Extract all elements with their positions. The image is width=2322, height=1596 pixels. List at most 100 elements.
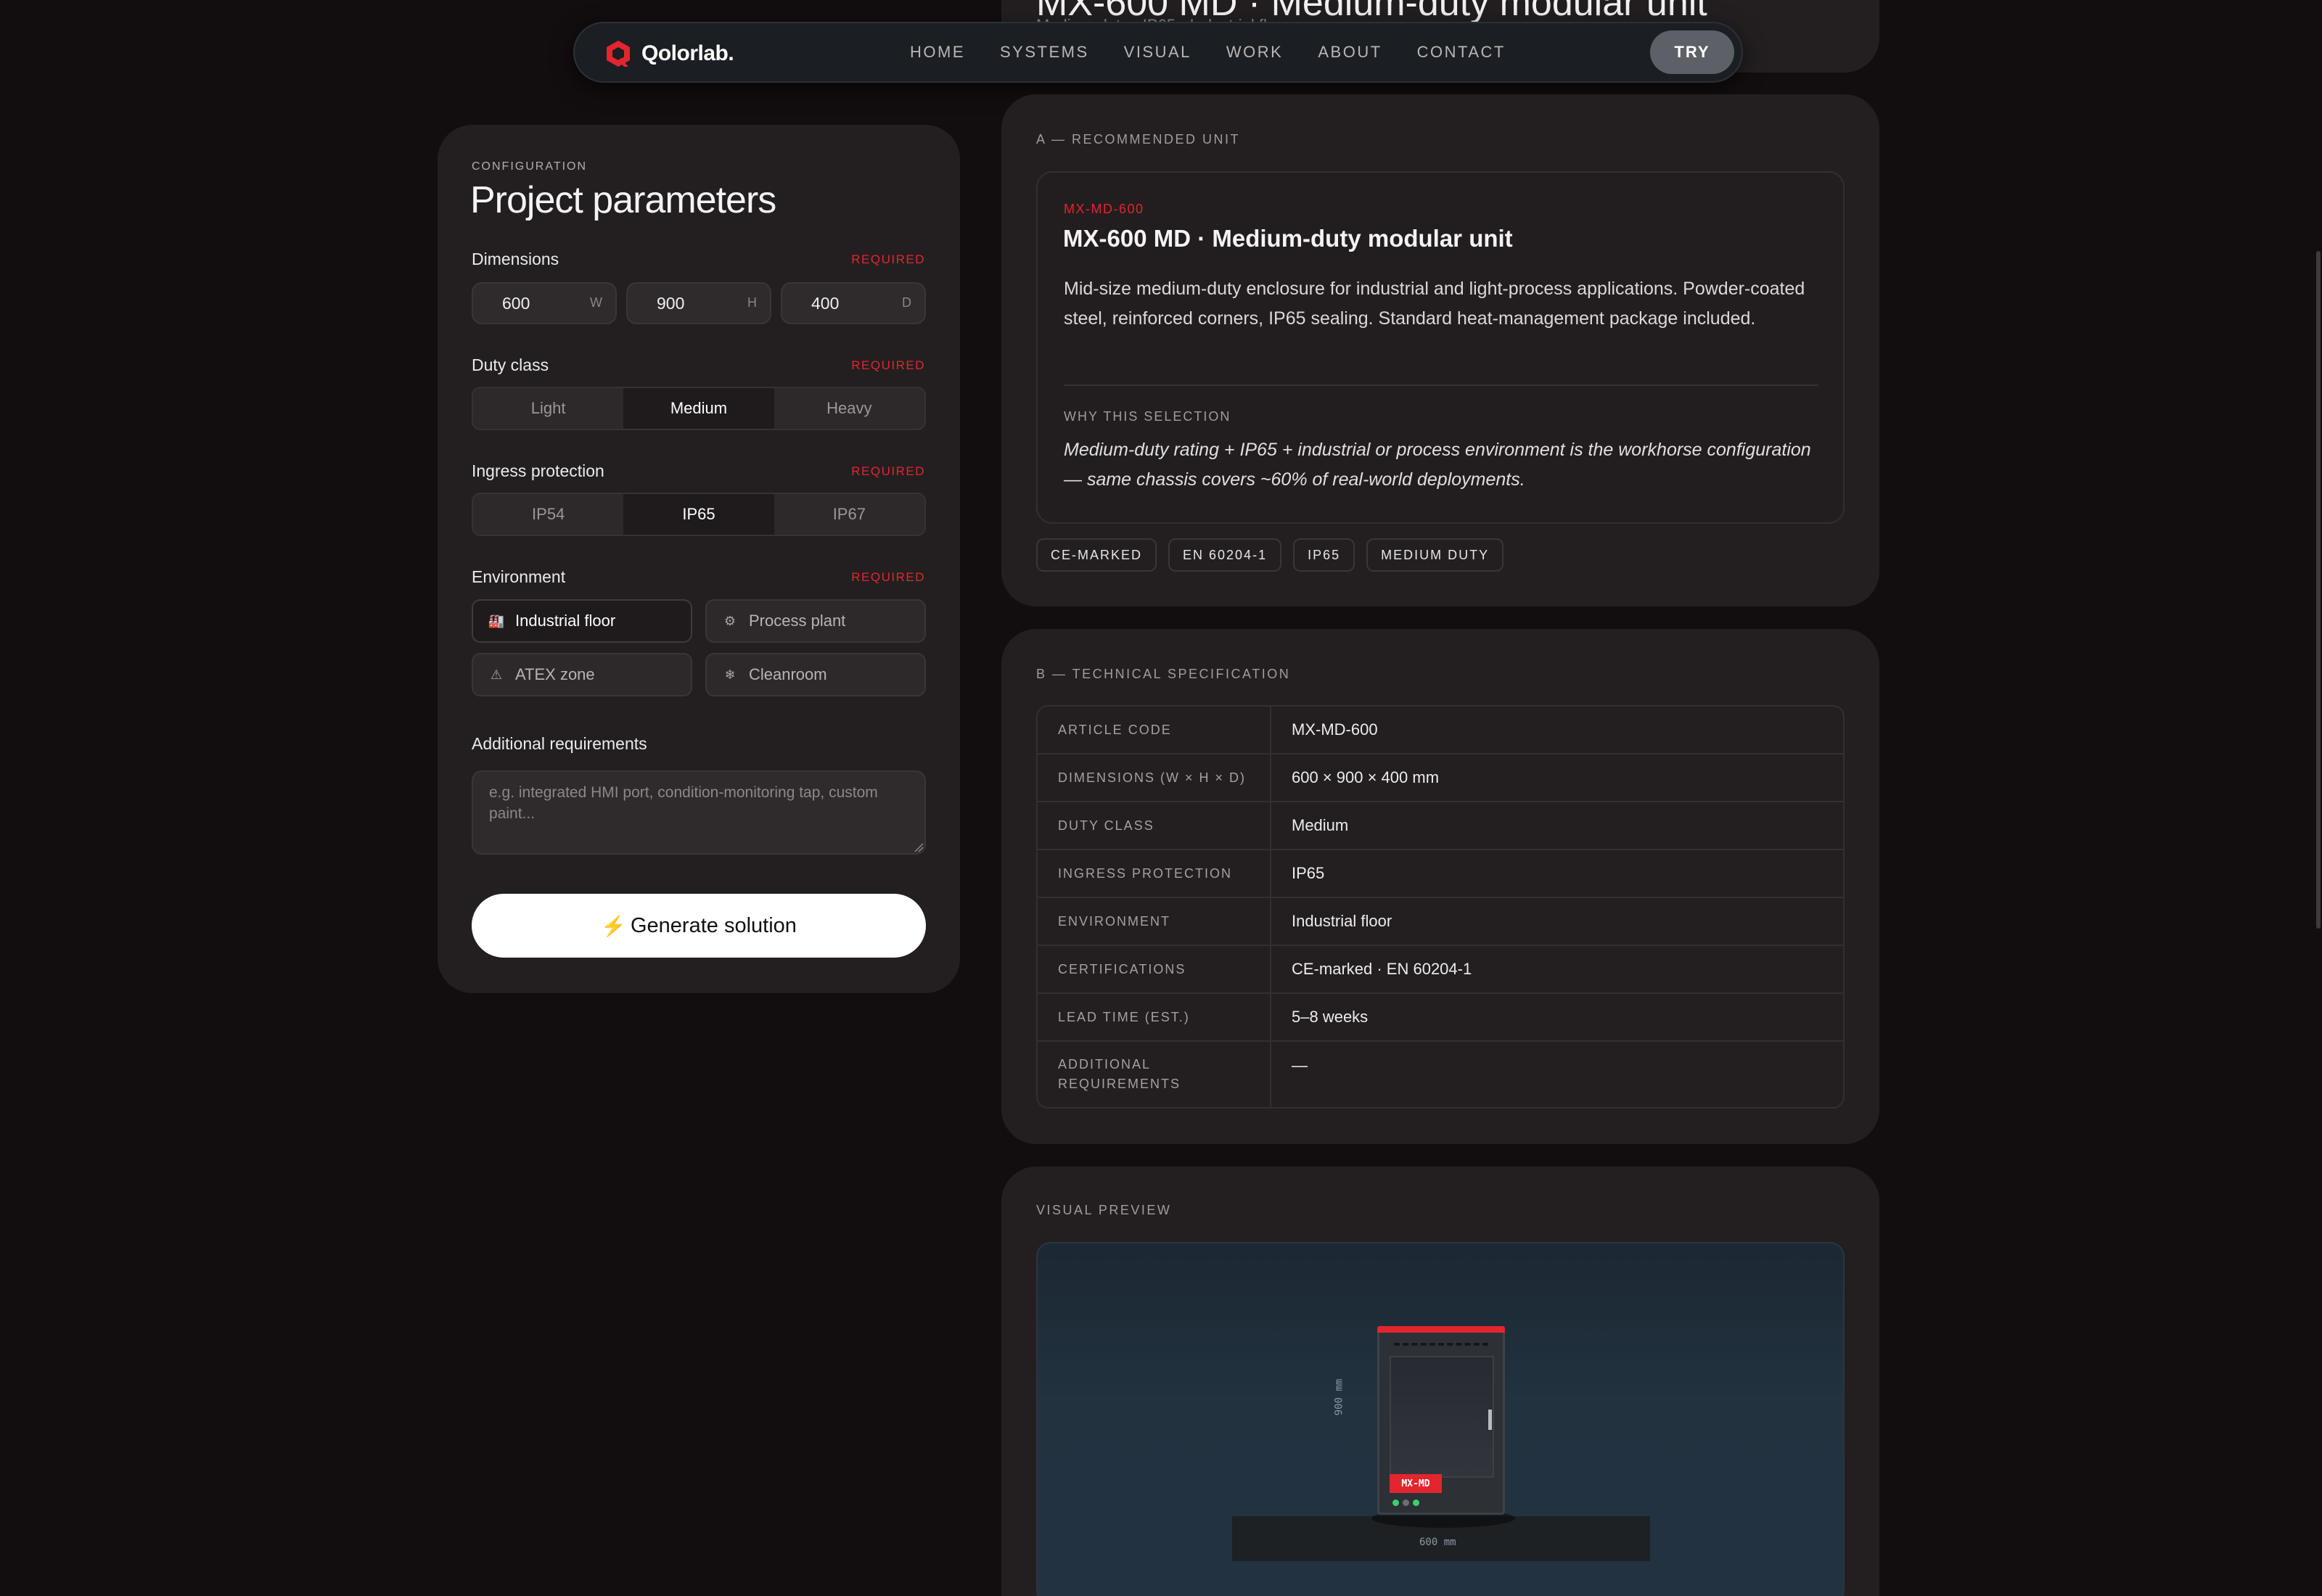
visual-preview-panel: VISUAL PREVIEW MX-MD 900 mm 600 mm bbox=[1001, 1167, 1879, 1596]
unit-description: Mid-size medium-duty enclosure for indus… bbox=[1064, 279, 1805, 329]
nav-link-contact[interactable]: CONTACT bbox=[1417, 43, 1506, 62]
try-button[interactable]: TRY bbox=[1650, 30, 1734, 74]
depth-field[interactable]: D bbox=[781, 282, 926, 324]
unit-title: MX-600 MD · Medium-duty modular unit bbox=[1063, 225, 1513, 252]
environment-option-industrial-floor[interactable]: 🏭 Industrial floor bbox=[472, 599, 692, 643]
table-row: LEAD TIME (EST.) 5–8 weeks bbox=[1038, 994, 1843, 1042]
why-selection-text: Medium-duty rating + IP65 + industrial o… bbox=[1064, 440, 1811, 490]
height-unit: H bbox=[747, 295, 757, 310]
ingress-option-ip65[interactable]: IP65 bbox=[623, 494, 774, 535]
gear-icon: ⚙ bbox=[723, 613, 737, 628]
recommended-unit-kicker: A — RECOMMENDED UNIT bbox=[1036, 132, 1241, 147]
table-row: ADDITIONAL REQUIREMENTS — bbox=[1038, 1042, 1843, 1107]
resize-grip-icon[interactable] bbox=[914, 842, 924, 852]
badge-medium-duty: MEDIUM DUTY bbox=[1366, 538, 1504, 572]
nav-link-systems[interactable]: SYSTEMS bbox=[1000, 43, 1089, 62]
environment-option-process-plant[interactable]: ⚙ Process plant bbox=[705, 599, 926, 643]
height-field[interactable]: H bbox=[626, 282, 771, 324]
table-row: DUTY CLASS Medium bbox=[1038, 802, 1843, 850]
unit-code: MX-MD-600 bbox=[1064, 202, 1144, 216]
badge-en-60204: EN 60204-1 bbox=[1168, 538, 1282, 572]
duty-option-medium[interactable]: Medium bbox=[623, 388, 774, 429]
table-row: INGRESS PROTECTION IP65 bbox=[1038, 850, 1843, 898]
environment-option-atex-zone[interactable]: ⚠ ATEX zone bbox=[472, 653, 692, 696]
brand-name: Qolorlab. bbox=[641, 41, 734, 65]
environment-option-label: Process plant bbox=[749, 612, 846, 630]
certification-badges: CE-MARKED EN 60204-1 IP65 MEDIUM DUTY bbox=[1036, 538, 1504, 572]
badge-ce-marked: CE-MARKED bbox=[1036, 538, 1157, 572]
vent-grille bbox=[1394, 1343, 1488, 1346]
spec-key: INGRESS PROTECTION bbox=[1038, 850, 1271, 897]
duty-class-selector: Light Medium Heavy bbox=[472, 387, 926, 430]
unit-card: MX-MD-600 MX-600 MD · Medium-duty modula… bbox=[1036, 171, 1845, 524]
duty-option-light[interactable]: Light bbox=[473, 388, 623, 429]
spec-key: ENVIRONMENT bbox=[1038, 898, 1271, 945]
spec-value: CE-marked · EN 60204-1 bbox=[1292, 960, 1472, 978]
duty-required-badge: REQUIRED bbox=[851, 358, 925, 372]
configuration-title: Project parameters bbox=[470, 179, 776, 221]
spec-key: DIMENSIONS (W × H × D) bbox=[1038, 754, 1271, 801]
additional-requirements-label: Additional requirements bbox=[472, 734, 647, 753]
cabinet-nameplate: MX-MD bbox=[1390, 1474, 1442, 1493]
status-led-green bbox=[1392, 1500, 1399, 1506]
qolorlab-logo-icon bbox=[607, 41, 630, 67]
technical-specification-panel: B — TECHNICAL SPECIFICATION ARTICLE CODE… bbox=[1001, 629, 1879, 1144]
nav-link-home[interactable]: HOME bbox=[910, 43, 965, 62]
ingress-protection-label: Ingress protection bbox=[472, 461, 604, 480]
height-input[interactable] bbox=[628, 284, 737, 323]
nav-links: HOME SYSTEMS VISUAL WORK ABOUT CONTACT bbox=[910, 23, 1506, 81]
cabinet-render: MX-MD bbox=[1377, 1326, 1505, 1515]
page-scrollbar[interactable] bbox=[2315, 0, 2322, 1596]
dimensions-label: Dimensions bbox=[472, 250, 559, 268]
spec-value: — bbox=[1292, 1056, 1308, 1074]
door-handle bbox=[1488, 1410, 1492, 1430]
recommended-unit-panel: A — RECOMMENDED UNIT MX-MD-600 MX-600 MD… bbox=[1001, 94, 1879, 606]
visual-preview-kicker: VISUAL PREVIEW bbox=[1036, 1203, 1172, 1217]
preview-stage[interactable]: MX-MD 900 mm 600 mm bbox=[1036, 1242, 1845, 1596]
ingress-protection-selector: IP54 IP65 IP67 bbox=[472, 493, 926, 536]
environment-label: Environment bbox=[472, 567, 566, 586]
table-row: CERTIFICATIONS CE-marked · EN 60204-1 bbox=[1038, 946, 1843, 994]
nav-link-about[interactable]: ABOUT bbox=[1318, 43, 1382, 62]
specification-table: ARTICLE CODE MX-MD-600 DIMENSIONS (W × H… bbox=[1036, 705, 1845, 1108]
nav-link-visual[interactable]: VISUAL bbox=[1124, 43, 1191, 62]
duty-option-heavy[interactable]: Heavy bbox=[774, 388, 924, 429]
width-field[interactable]: W bbox=[472, 282, 617, 324]
table-row: ENVIRONMENT Industrial floor bbox=[1038, 898, 1843, 946]
technical-specification-kicker: B — TECHNICAL SPECIFICATION bbox=[1036, 667, 1291, 681]
table-row: DIMENSIONS (W × H × D) 600 × 900 × 400 m… bbox=[1038, 754, 1843, 802]
cabinet-top-stripe bbox=[1377, 1326, 1505, 1333]
width-input[interactable] bbox=[473, 284, 582, 323]
brand-logo[interactable]: Qolorlab. bbox=[602, 38, 734, 70]
environment-option-label: ATEX zone bbox=[515, 665, 595, 683]
nav-link-work[interactable]: WORK bbox=[1226, 43, 1283, 62]
ingress-option-ip54[interactable]: IP54 bbox=[473, 494, 623, 535]
spec-value: Industrial floor bbox=[1292, 912, 1392, 930]
spec-value: Medium bbox=[1292, 816, 1349, 834]
spec-value: 5–8 weeks bbox=[1292, 1008, 1369, 1026]
ingress-option-ip67[interactable]: IP67 bbox=[774, 494, 924, 535]
divider bbox=[1064, 384, 1818, 386]
width-dimension-label: 600 mm bbox=[1419, 1537, 1456, 1548]
environment-option-cleanroom[interactable]: ❄ Cleanroom bbox=[705, 653, 926, 696]
factory-icon: 🏭 bbox=[488, 613, 505, 628]
cabinet-door bbox=[1390, 1356, 1494, 1478]
scrollbar-thumb[interactable] bbox=[2316, 251, 2321, 929]
spec-key: DUTY CLASS bbox=[1038, 802, 1271, 849]
depth-unit: D bbox=[902, 295, 911, 310]
top-navbar: Qolorlab. HOME SYSTEMS VISUAL WORK ABOUT… bbox=[573, 22, 1743, 83]
width-unit: W bbox=[590, 295, 602, 310]
spec-value: MX-MD-600 bbox=[1292, 720, 1378, 739]
environment-option-label: Industrial floor bbox=[515, 612, 616, 630]
depth-input[interactable] bbox=[782, 284, 891, 323]
duty-class-label: Duty class bbox=[472, 355, 549, 374]
ingress-required-badge: REQUIRED bbox=[851, 464, 925, 478]
generate-solution-button[interactable]: ⚡ Generate solution bbox=[472, 894, 926, 958]
environment-option-label: Cleanroom bbox=[749, 665, 827, 683]
additional-requirements-input[interactable] bbox=[472, 770, 926, 855]
spec-key: ARTICLE CODE bbox=[1038, 707, 1271, 753]
spec-key: LEAD TIME (EST.) bbox=[1038, 994, 1271, 1040]
status-led-off bbox=[1403, 1500, 1409, 1506]
snowflake-icon: ❄ bbox=[724, 667, 736, 682]
table-row: ARTICLE CODE MX-MD-600 bbox=[1038, 707, 1843, 754]
